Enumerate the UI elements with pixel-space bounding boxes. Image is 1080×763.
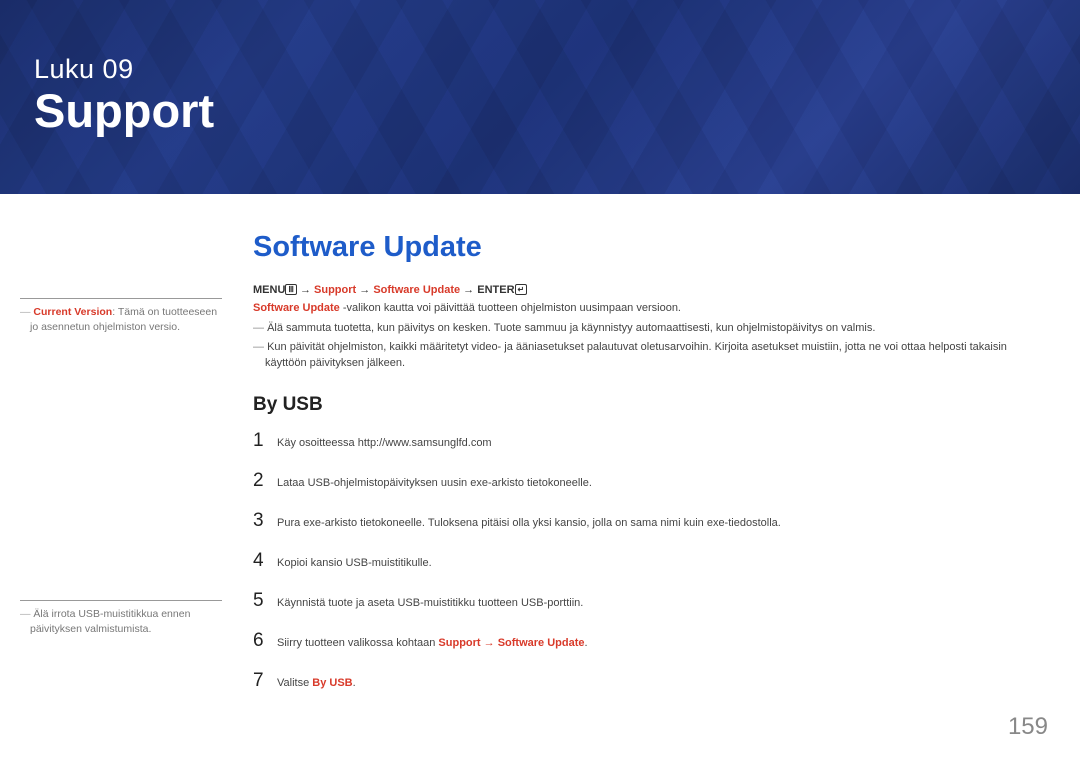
step-post: . [353,677,356,689]
arrow-icon: → [297,284,314,296]
step-item: 4 Kopioi kansio USB-muistitikulle. [253,550,1080,572]
chapter-label: Luku 09 [34,54,1080,85]
steps-list: 1 Käy osoitteessa http://www.samsunglfd.… [253,430,1080,692]
chapter-title: Support [34,83,1080,138]
step-number: 5 [253,590,277,612]
step-accent: By USB [312,677,352,689]
dash-item: Kun päivität ohjelmiston, kaikki määrite… [253,340,1048,372]
menu-icon: Ⅲ [285,284,297,295]
subheading-by-usb: By USB [253,394,1080,416]
page-number: 159 [1008,713,1048,741]
dash-list: Älä sammuta tuotetta, kun päivitys on ke… [253,321,1048,372]
step-item: 3 Pura exe-arkisto tietokoneelle. Tuloks… [253,510,1080,532]
step-pre: Siirry tuotteen valikossa kohtaan [277,637,438,649]
step-number: 2 [253,470,277,492]
enter-prefix: ENTER [477,284,514,296]
step-post: . [584,637,587,649]
chapter-banner: Luku 09 Support [0,0,1080,194]
step-text: Kopioi kansio USB-muistitikulle. [277,556,432,572]
dash-item: Älä sammuta tuotetta, kun päivitys on ke… [253,321,1048,337]
path-software-update: Software Update [373,284,460,296]
step-number: 1 [253,430,277,452]
section-title: Software Update [253,231,1080,264]
step-item: 7 Valitse By USB. [253,670,1080,692]
step-number: 7 [253,670,277,692]
step-text: Käynnistä tuote ja aseta USB-muistitikku… [277,596,583,612]
path-support: Support [314,284,356,296]
menu-path: MENUⅢ → Support → Software Update → ENTE… [253,284,1080,296]
arrow-icon: → [356,284,373,296]
step-text: Siirry tuotteen valikossa kohtaan Suppor… [277,636,588,652]
enter-icon: ↵ [515,284,528,295]
step-item: 5 Käynnistä tuote ja aseta USB-muistitik… [253,590,1080,612]
step-accent: Support → Software Update [438,637,584,649]
step-number: 6 [253,630,277,652]
step-item: 2 Lataa USB-ohjelmistopäivityksen uusin … [253,470,1080,492]
sidebar-note-2: Älä irrota USB-muistitikkua ennen päivit… [20,600,222,636]
sidebar-text: Current Version: Tämä on tuotteeseen jo … [20,305,222,334]
sidebar-note-1: Current Version: Tämä on tuotteeseen jo … [20,298,222,352]
menu-prefix: MENU [253,284,285,296]
step-text: Käy osoitteessa http://www.samsunglfd.co… [277,436,492,452]
sidebar-accent: Current Version [33,306,112,318]
step-number: 4 [253,550,277,572]
divider [20,298,222,299]
arrow-icon: → [460,284,477,296]
step-pre: Valitse [277,677,312,689]
step-item: 6 Siirry tuotteen valikossa kohtaan Supp… [253,630,1080,652]
step-text: Lataa USB-ohjelmistopäivityksen uusin ex… [277,476,592,492]
step-item: 1 Käy osoitteessa http://www.samsunglfd.… [253,430,1080,452]
divider [20,600,222,601]
sidebar-text: Älä irrota USB-muistitikkua ennen päivit… [20,607,222,636]
intro-rest: -valikon kautta voi päivittää tuotteen o… [340,302,681,314]
step-text: Pura exe-arkisto tietokoneelle. Tuloksen… [277,516,781,532]
intro-strong: Software Update [253,302,340,314]
intro-text: Software Update -valikon kautta voi päiv… [253,301,1043,317]
step-text: Valitse By USB. [277,676,356,692]
step-number: 3 [253,510,277,532]
